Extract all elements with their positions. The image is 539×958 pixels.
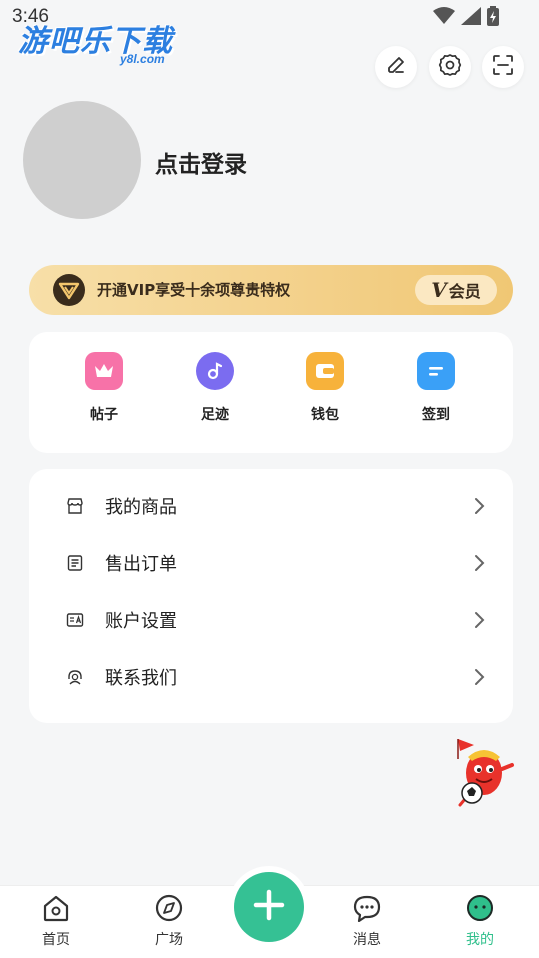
- quick-access-card: 帖子 足迹 钱包 签到: [29, 332, 513, 453]
- home-icon: [41, 894, 71, 926]
- chevron-right-icon: [473, 553, 487, 573]
- settings-button[interactable]: [429, 46, 471, 88]
- wallet-icon: [306, 352, 344, 390]
- plus-icon: [252, 888, 286, 926]
- message-icon: [352, 894, 382, 926]
- vip-badge-label: 会员: [448, 282, 481, 301]
- chevron-right-icon: [473, 496, 487, 516]
- quick-item-wallet[interactable]: 钱包: [285, 352, 365, 424]
- nav-label: 消息: [353, 932, 381, 948]
- menu-card: 我的商品 售出订单 账户设置 联系我们: [29, 469, 513, 723]
- quick-item-label: 帖子: [90, 407, 118, 423]
- order-list-icon: [65, 553, 85, 573]
- battery-icon: [487, 6, 499, 30]
- store-icon: [65, 496, 85, 516]
- vip-banner[interactable]: 开通VIP享受十余项尊贵特权 V 会员: [29, 265, 513, 315]
- headset-icon: [65, 667, 85, 687]
- mascot-floating-icon[interactable]: [450, 735, 528, 813]
- menu-item-label: 售出订单: [105, 553, 177, 575]
- quick-item-posts[interactable]: 帖子: [64, 352, 144, 424]
- chevron-right-icon: [473, 667, 487, 687]
- add-post-button[interactable]: [234, 872, 304, 942]
- menu-item-label: 联系我们: [105, 667, 177, 689]
- checkin-icon: [417, 352, 455, 390]
- menu-item-my-products[interactable]: 我的商品: [29, 477, 513, 534]
- vip-badge[interactable]: V 会员: [415, 275, 497, 305]
- avatar[interactable]: [23, 101, 141, 219]
- quick-item-label: 足迹: [201, 407, 229, 423]
- wifi-icon: [433, 7, 455, 29]
- menu-item-contact-us[interactable]: 联系我们: [29, 648, 513, 705]
- menu-item-sold-orders[interactable]: 售出订单: [29, 534, 513, 591]
- edit-icon: [385, 54, 407, 80]
- quick-item-footprint[interactable]: 足迹: [175, 352, 255, 424]
- nav-item-square[interactable]: 广场: [139, 894, 199, 949]
- quick-item-label: 签到: [422, 407, 450, 423]
- nav-item-messages[interactable]: 消息: [337, 894, 397, 949]
- nav-label: 广场: [155, 932, 183, 948]
- signal-icon: [461, 7, 481, 29]
- settings-icon: [438, 53, 462, 81]
- compass-icon: [154, 894, 184, 926]
- scan-button[interactable]: [482, 46, 524, 88]
- vip-logo-icon: [53, 274, 85, 306]
- music-note-icon: [196, 352, 234, 390]
- nav-item-home[interactable]: 首页: [26, 894, 86, 949]
- nav-item-mine[interactable]: 我的: [450, 894, 510, 949]
- menu-item-label: 我的商品: [105, 496, 177, 518]
- quick-item-checkin[interactable]: 签到: [396, 352, 476, 424]
- nav-label: 首页: [42, 932, 70, 948]
- vip-promo-text: 开通VIP享受十余项尊贵特权: [97, 281, 291, 299]
- login-link[interactable]: 点击登录: [155, 145, 247, 179]
- nav-label-active: 我的: [466, 932, 494, 948]
- scan-icon: [491, 53, 515, 81]
- status-icons: [433, 6, 499, 30]
- face-icon: [465, 894, 495, 926]
- edit-button[interactable]: [375, 46, 417, 88]
- menu-item-label: 账户设置: [105, 610, 177, 632]
- chevron-right-icon: [473, 610, 487, 630]
- vip-badge-v: V: [431, 278, 447, 302]
- quick-item-label: 钱包: [311, 407, 339, 423]
- account-card-icon: [65, 610, 85, 630]
- watermark-sub: y8l.com: [120, 52, 165, 66]
- menu-item-account-settings[interactable]: 账户设置: [29, 591, 513, 648]
- crown-icon: [85, 352, 123, 390]
